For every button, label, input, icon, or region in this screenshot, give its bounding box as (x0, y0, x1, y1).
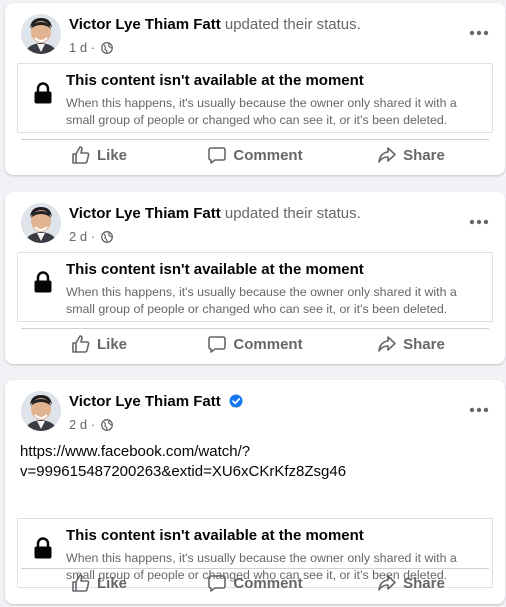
post-meta: 1 d · (69, 40, 113, 55)
timestamp[interactable]: 2 d (69, 229, 87, 244)
more-options-button[interactable] (469, 400, 489, 420)
unavailable-title: This content isn't available at the mome… (66, 72, 364, 89)
like-label: Like (96, 146, 127, 164)
lock-icon (34, 82, 52, 104)
share-arrow-icon (378, 575, 396, 591)
comment-bubble-icon (208, 147, 227, 164)
post-author-line: Victor Lye Thiam Fatt updated their stat… (69, 16, 361, 33)
unavailable-content-box: This content isn't available at the mome… (17, 252, 493, 322)
post-meta: 2 d · (69, 417, 113, 432)
comment-bubble-icon (208, 336, 227, 353)
avatar[interactable] (21, 391, 61, 431)
lock-icon (34, 537, 52, 559)
more-horizontal-icon (469, 407, 489, 413)
thumbs-up-icon (72, 335, 90, 353)
more-horizontal-icon (469, 219, 489, 225)
status-text: updated their status. (224, 16, 361, 33)
comment-button[interactable]: Comment (177, 326, 333, 362)
thumbs-up-icon (72, 146, 90, 164)
verified-badge-icon (229, 394, 243, 408)
post-text-link[interactable]: https://www.facebook.com/watch/? v=99961… (20, 442, 489, 482)
post-card: Victor Lye Thiam Fatt updated their stat… (5, 3, 505, 175)
share-label: Share (403, 335, 445, 353)
more-horizontal-icon (469, 30, 489, 36)
share-button[interactable]: Share (333, 137, 489, 173)
globe-icon (100, 418, 113, 431)
unavailable-title: This content isn't available at the mome… (66, 527, 364, 544)
share-label: Share (403, 574, 445, 592)
post-header: Victor Lye Thiam Fatt 2 d · (21, 391, 505, 435)
post-author-line: Victor Lye Thiam Fatt updated their stat… (69, 205, 361, 222)
thumbs-up-icon (72, 574, 90, 592)
post-actions: Like Comment Share (21, 326, 489, 362)
post-actions: Like Comment Share (21, 565, 489, 601)
unavailable-title: This content isn't available at the mome… (66, 261, 364, 278)
author-name[interactable]: Victor Lye Thiam Fatt (69, 393, 221, 410)
like-label: Like (96, 335, 127, 353)
post-text-line: v=999615487200263&extid=XU6xCKrKfz8Zsg46 (20, 463, 347, 480)
share-arrow-icon (378, 336, 396, 352)
globe-icon (100, 41, 113, 54)
post-actions: Like Comment Share (21, 137, 489, 173)
timestamp[interactable]: 1 d (69, 40, 87, 55)
avatar[interactable] (21, 203, 61, 243)
status-text: updated their status. (224, 205, 361, 222)
avatar[interactable] (21, 14, 61, 54)
comment-label: Comment (233, 335, 303, 353)
post-text-line: https://www.facebook.com/watch/? (20, 443, 251, 460)
comment-bubble-icon (208, 575, 227, 592)
more-options-button[interactable] (469, 23, 489, 43)
post-header: Victor Lye Thiam Fatt updated their stat… (21, 203, 505, 247)
unavailable-body: When this happens, it's usually because … (66, 96, 457, 127)
like-label: Like (96, 574, 127, 592)
like-button[interactable]: Like (21, 137, 177, 173)
unavailable-body: When this happens, it's usually because … (66, 285, 457, 316)
post-author-line: Victor Lye Thiam Fatt (69, 393, 243, 410)
timestamp[interactable]: 2 d (69, 417, 87, 432)
share-button[interactable]: Share (333, 565, 489, 601)
globe-icon (100, 230, 113, 243)
share-arrow-icon (378, 147, 396, 163)
post-meta: 2 d · (69, 229, 113, 244)
comment-label: Comment (233, 574, 303, 592)
author-name[interactable]: Victor Lye Thiam Fatt (69, 205, 221, 222)
comment-button[interactable]: Comment (177, 565, 333, 601)
post-card: Victor Lye Thiam Fatt 2 d · https://www.… (5, 380, 505, 604)
like-button[interactable]: Like (21, 326, 177, 362)
more-options-button[interactable] (469, 212, 489, 232)
author-name[interactable]: Victor Lye Thiam Fatt (69, 16, 221, 33)
lock-icon (34, 271, 52, 293)
share-label: Share (403, 146, 445, 164)
comment-label: Comment (233, 146, 303, 164)
comment-button[interactable]: Comment (177, 137, 333, 173)
post-card: Victor Lye Thiam Fatt updated their stat… (5, 192, 505, 364)
share-button[interactable]: Share (333, 326, 489, 362)
like-button[interactable]: Like (21, 565, 177, 601)
unavailable-content-box: This content isn't available at the mome… (17, 63, 493, 133)
post-header: Victor Lye Thiam Fatt updated their stat… (21, 14, 505, 58)
